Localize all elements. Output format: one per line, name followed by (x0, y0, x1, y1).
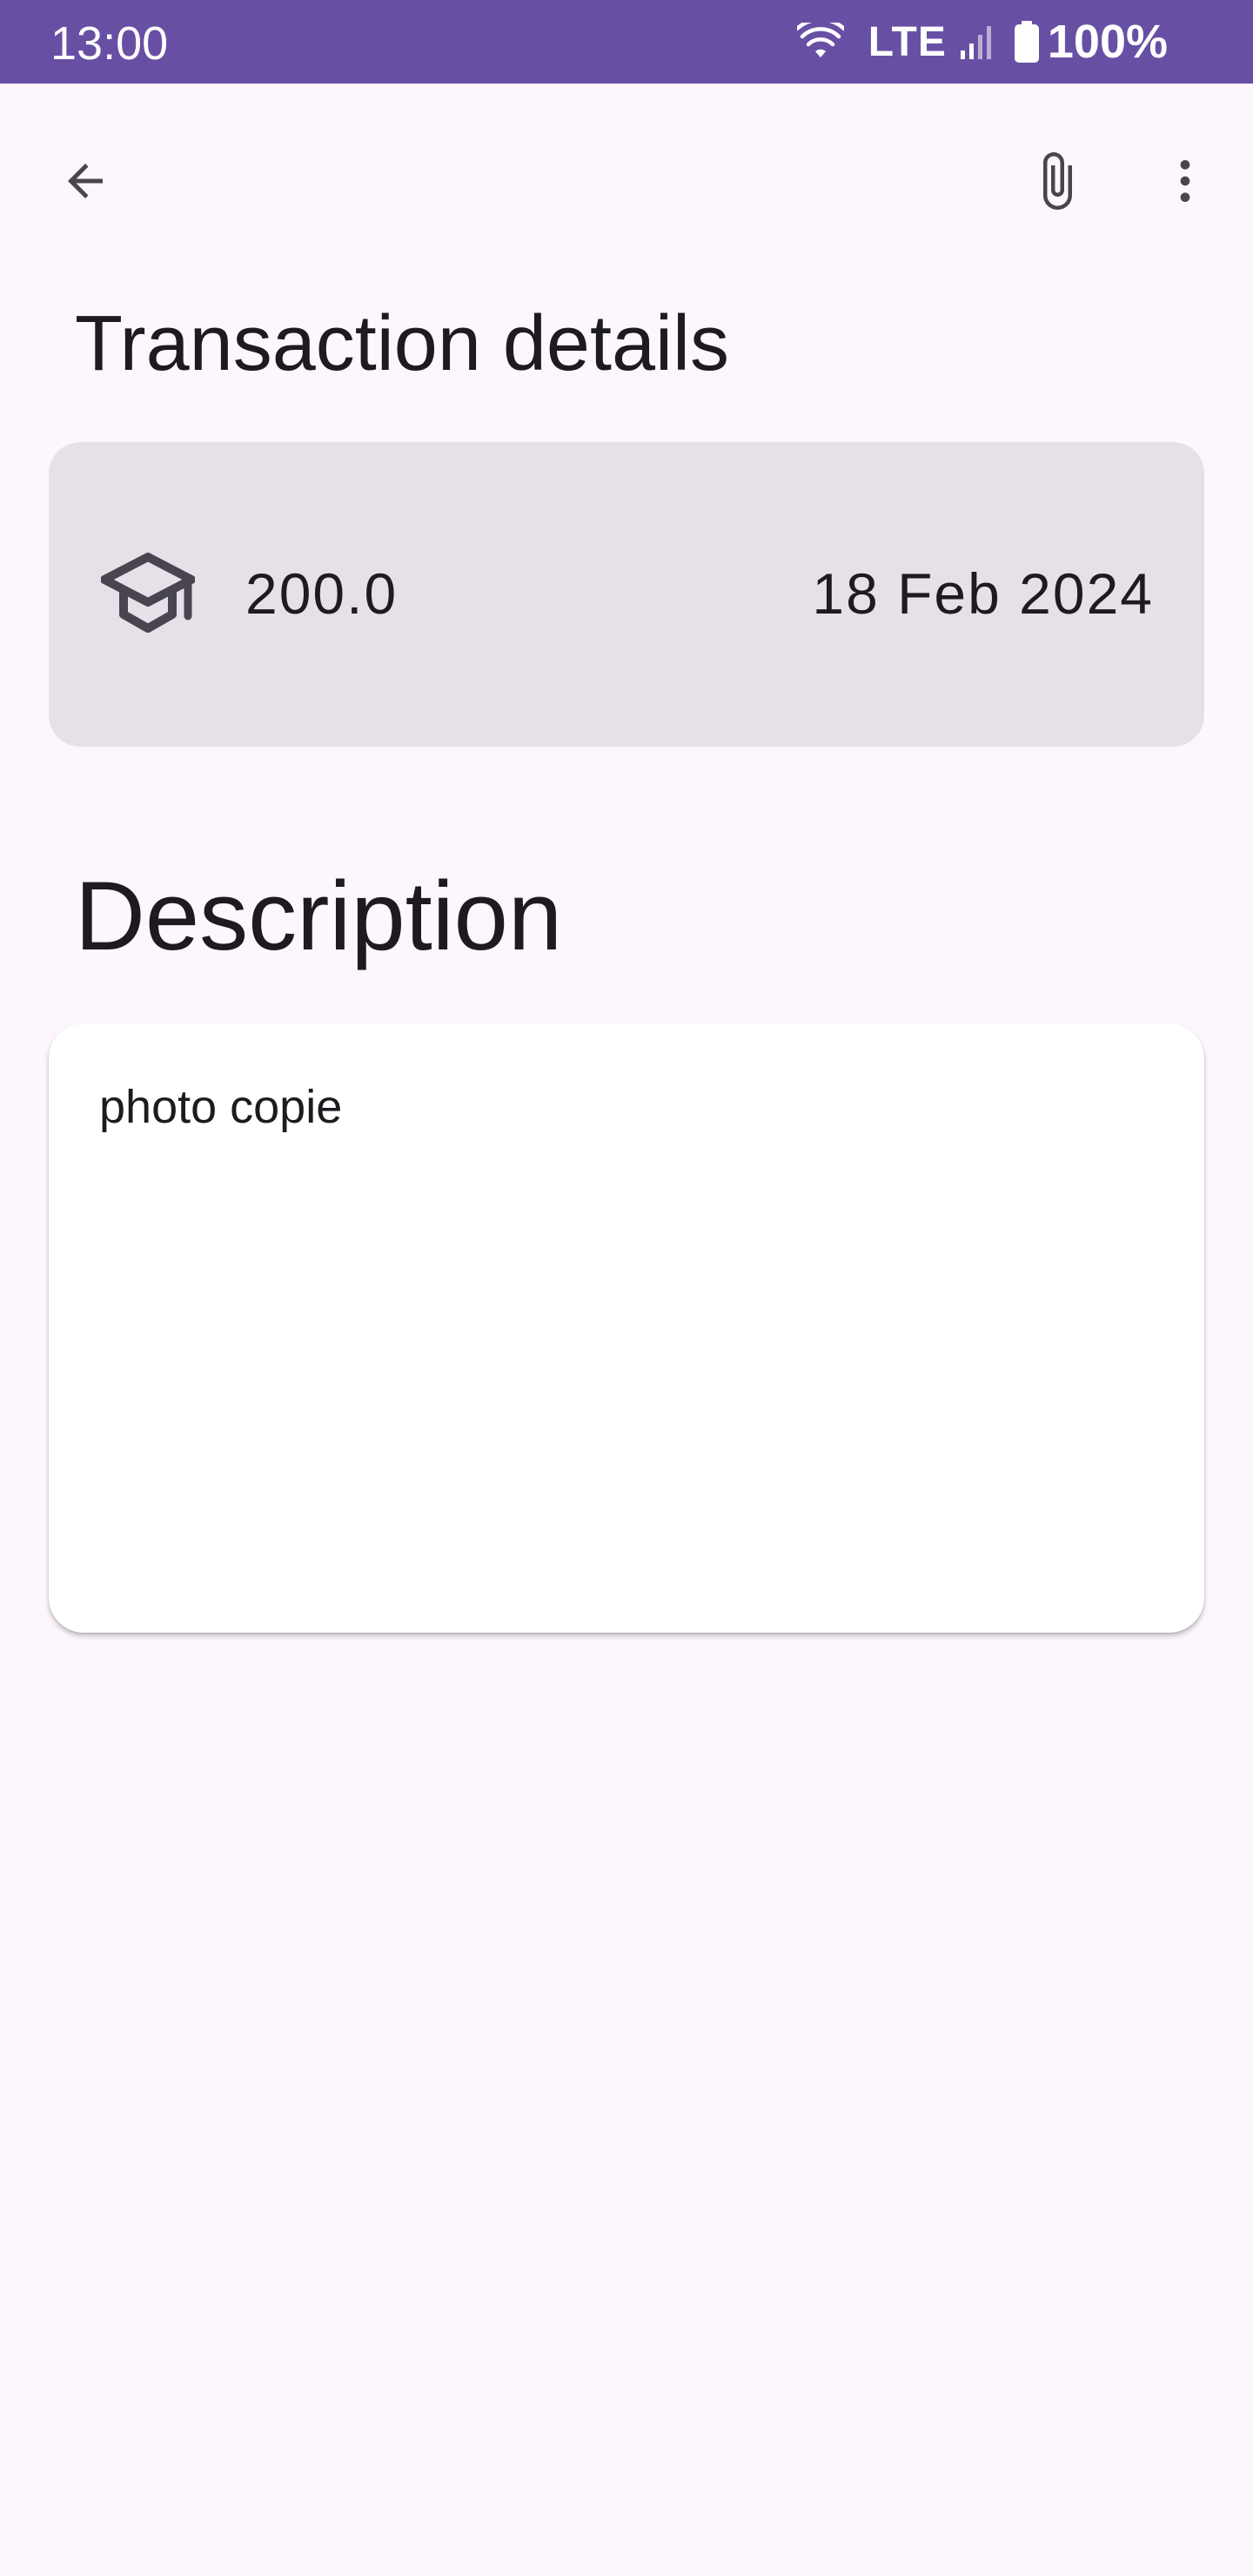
transaction-amount: 200.0 (245, 561, 399, 626)
signal-icon (959, 24, 994, 59)
network-type: LTE (868, 18, 947, 65)
description-card[interactable]: photo copie (49, 1023, 1204, 1633)
status-bar: 13:00 LTE 100% (0, 0, 1253, 84)
status-icons: LTE 100% (796, 0, 1168, 84)
transaction-summary-card: 200.0 18 Feb 2024 (49, 442, 1204, 747)
more-options-button[interactable] (1143, 139, 1227, 223)
attach-button[interactable] (1015, 139, 1098, 223)
arrow-back-icon (59, 155, 111, 207)
transaction-date: 18 Feb 2024 (812, 561, 1154, 626)
more-vert-icon (1157, 153, 1213, 209)
graduation-cap-icon (100, 550, 196, 637)
wifi-icon (796, 23, 844, 61)
back-button[interactable] (44, 139, 127, 223)
page-title: Transaction details (75, 300, 730, 387)
battery-percentage: 100% (1047, 16, 1168, 68)
status-time: 13:00 (50, 17, 169, 70)
description-text: photo copie (99, 1081, 343, 1133)
paperclip-icon (1025, 150, 1088, 212)
description-heading: Description (75, 862, 563, 970)
battery-icon (1014, 21, 1039, 63)
